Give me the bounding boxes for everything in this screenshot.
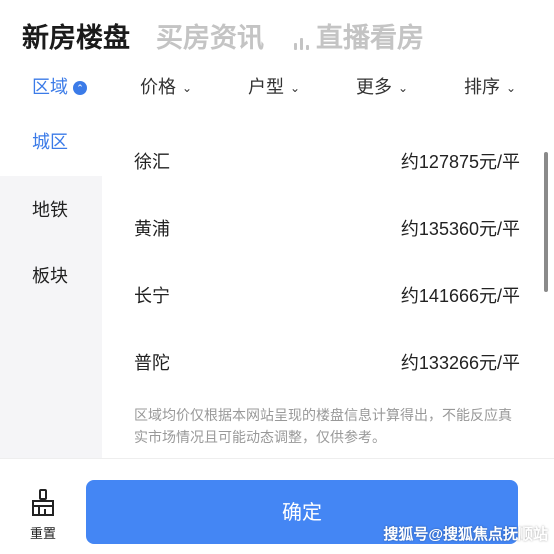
district-list: 徐汇 约127875元/平 黄浦 约135360元/平 长宁 约141666元/… [102, 108, 554, 458]
reset-label: 重置 [29, 526, 56, 541]
chevron-down-icon: ⌄ [182, 81, 193, 95]
filter-area-label: 区域 [32, 77, 68, 97]
district-name: 徐汇 [134, 152, 170, 172]
price-disclaimer: 区域均价仅根据本网站呈现的楼盘信息计算得出，不能反应真实市场情况且可能动态调整，… [134, 407, 512, 445]
chevron-down-icon: ⌄ [290, 81, 301, 95]
live-bars-icon [294, 34, 312, 50]
top-tab-bar: 新房楼盘 买房资讯 直播看房 [0, 0, 554, 68]
tab-live-viewing[interactable]: 直播看房 [316, 18, 424, 58]
filter-sort-label: 排序 [464, 77, 500, 97]
chevron-down-icon: ⌄ [506, 81, 517, 95]
filter-layout[interactable]: 户型 ⌄ [248, 74, 300, 100]
filter-price-label: 价格 [140, 77, 176, 97]
broom-icon [32, 489, 54, 516]
district-name: 普陀 [134, 353, 170, 373]
category-block[interactable]: 板块 [0, 242, 102, 310]
district-row[interactable]: 黄浦 约135360元/平 [102, 175, 554, 241]
district-row[interactable]: 长宁 约141666元/平 [102, 242, 554, 308]
filter-more-label: 更多 [356, 77, 392, 97]
tab-new-homes[interactable]: 新房楼盘 [22, 18, 130, 58]
reset-button[interactable]: 重置 [20, 475, 66, 545]
district-name: 黄浦 [134, 219, 170, 239]
district-price: 约133266元/平 [400, 353, 520, 373]
watermark: 搜狐号@搜狐焦点抚顺站 [383, 526, 548, 543]
district-price: 约135360元/平 [400, 219, 520, 239]
district-row[interactable]: 徐汇 约127875元/平 [102, 108, 554, 174]
category-metro[interactable]: 地铁 [0, 176, 102, 244]
filter-sort[interactable]: 排序 ⌄ [464, 74, 516, 100]
filter-more[interactable]: 更多 ⌄ [356, 74, 408, 100]
filter-bar: 区域 ⌃ 价格 ⌄ 户型 ⌄ 更多 ⌄ 排序 ⌄ [0, 68, 554, 108]
bottom-action-bar: 重置 确定 搜狐号@搜狐焦点抚顺站 [0, 458, 554, 554]
filter-layout-label: 户型 [248, 77, 284, 97]
district-price: 约141666元/平 [400, 286, 520, 306]
tab-home-news[interactable]: 买房资讯 [156, 18, 264, 58]
filter-area[interactable]: 区域 ⌃ [32, 74, 87, 100]
district-price: 约127875元/平 [400, 152, 520, 172]
chevron-up-icon: ⌃ [73, 81, 87, 95]
district-row[interactable]: 普陀 约133266元/平 [102, 309, 554, 375]
category-urban[interactable]: 城区 [0, 108, 102, 176]
list-scrollbar[interactable] [544, 152, 548, 292]
category-sidebar: 城区 地铁 板块 [0, 108, 102, 458]
district-name: 长宁 [134, 286, 170, 306]
chevron-down-icon: ⌄ [398, 81, 409, 95]
filter-price[interactable]: 价格 ⌄ [140, 74, 192, 100]
